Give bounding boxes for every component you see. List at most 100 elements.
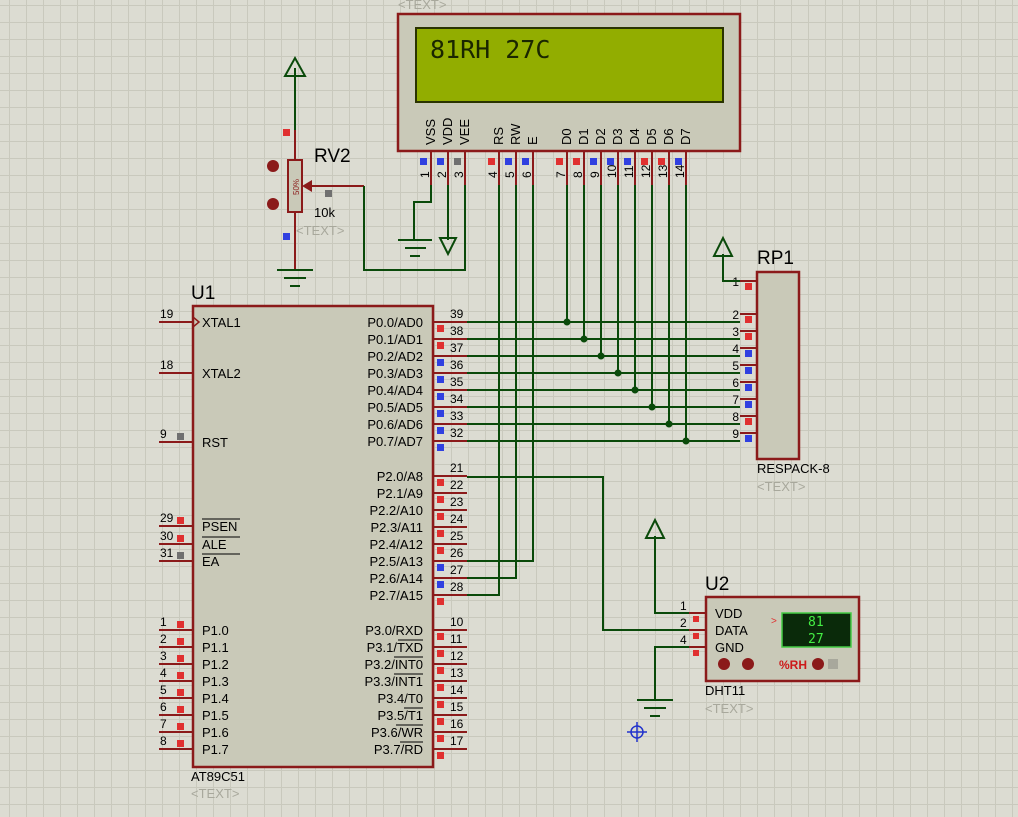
rv2-ref: RV2 <box>314 146 351 167</box>
u1-pin-label: P2.1/A9 <box>377 486 423 501</box>
pin-marker-icon <box>177 672 184 679</box>
pin-marker-icon <box>437 444 444 451</box>
u1-pin-label: P3.1/TXD <box>367 640 423 655</box>
u1-pin-number: 27 <box>450 563 464 577</box>
pin-marker-icon <box>437 735 444 742</box>
u1-pin-number: 3 <box>160 649 167 663</box>
sensor-u2[interactable]: U2 VDD DATA GND 1 2 4 > 81 27 %RH DHT11 … <box>467 476 861 717</box>
u1-pin-label: P1.7 <box>202 742 229 757</box>
lcd-pin-label: D5 <box>644 128 659 145</box>
pin-marker-icon <box>177 517 184 524</box>
u2-temperature: 27 <box>808 632 824 647</box>
pin-marker-icon <box>505 158 512 165</box>
lcd-pin-label: D2 <box>593 128 608 145</box>
u1-pin-label: P2.5/A13 <box>370 554 424 569</box>
u1-pin-number: 36 <box>450 358 464 372</box>
pin-marker-icon <box>437 158 444 165</box>
lcd-pin-label: RW <box>508 123 523 145</box>
pin-marker-icon <box>437 410 444 417</box>
pin-marker-icon <box>488 158 495 165</box>
u1-pin-label: P1.4 <box>202 691 229 706</box>
increase-icon[interactable] <box>742 658 754 670</box>
pin-marker-icon <box>556 158 563 165</box>
u1-pin-label: P3.0/RXD <box>365 623 423 638</box>
u1-pin-number: 24 <box>450 512 464 526</box>
pin-marker-icon <box>522 158 529 165</box>
u1-pin-number: 1 <box>160 615 167 629</box>
lcd-text-placeholder: <TEXT> <box>398 0 446 12</box>
lcd-module[interactable]: <TEXT> 81RH 27C VSS 1 VDD 2 VEE 3 RS 4 RW 5 E 6 D0 7 D… <box>396 0 742 185</box>
junction-dot <box>580 335 588 343</box>
u2-pin-label-gnd: GND <box>715 640 744 655</box>
u1-pin-number: 17 <box>450 734 464 748</box>
lcd-pin-label: D1 <box>576 128 591 145</box>
u1-pin-label: P0.4/AD4 <box>367 383 423 398</box>
settings-icon[interactable] <box>828 659 838 669</box>
pin-marker-icon <box>437 701 444 708</box>
u2-text-placeholder: <TEXT> <box>705 701 753 716</box>
u2-part: DHT11 <box>705 683 745 698</box>
pin-marker-icon <box>437 633 444 640</box>
u1-pin-number: 39 <box>450 307 464 321</box>
u1-pin-number: 23 <box>450 495 464 509</box>
pin-marker-icon <box>437 342 444 349</box>
pin-marker-icon <box>437 496 444 503</box>
junction-dot <box>597 352 605 360</box>
junction-dot <box>648 403 656 411</box>
rp1-body[interactable] <box>755 270 801 461</box>
u1-pin-number: 2 <box>160 632 167 646</box>
u1-text-placeholder: <TEXT> <box>191 786 239 801</box>
junction-dot <box>614 369 622 377</box>
pin-marker-icon <box>590 158 597 165</box>
rv2-text-placeholder: <TEXT> <box>296 223 344 238</box>
pin-marker-icon <box>177 655 184 662</box>
resistor-pack-rp1[interactable]: RP1 123456789 RESPACK-8 <TEXT> <box>712 235 830 494</box>
pin-marker-icon <box>745 316 752 323</box>
u2-pin-num-1: 1 <box>680 599 687 613</box>
u1-pin-number: 34 <box>450 392 464 406</box>
pin-marker-icon <box>693 650 699 656</box>
pin-marker-icon <box>437 684 444 691</box>
u1-pin-label: XTAL1 <box>202 315 241 330</box>
pin-marker-icon <box>437 530 444 537</box>
microcontroller-u1[interactable]: U1 19 XTAL1 18 XTAL2 9 RST 29 PSEN 30 ALE 31 EA 1 P1.… <box>159 283 467 801</box>
u1-pin-number: 28 <box>450 580 464 594</box>
pin-marker-icon <box>177 740 184 747</box>
u1-pin-label: P0.0/AD0 <box>367 315 423 330</box>
pin-marker-icon <box>437 325 444 332</box>
lcd-pin-label: D7 <box>678 128 693 145</box>
pin-marker-icon <box>693 633 699 639</box>
pin-marker-icon <box>745 333 752 340</box>
toggle-icon[interactable] <box>812 658 824 670</box>
pin-marker-icon <box>693 616 699 622</box>
lcd-pin-label: D6 <box>661 128 676 145</box>
u2-mode-label: %RH <box>779 658 807 672</box>
pin-marker-icon <box>437 581 444 588</box>
increase-knob-icon[interactable] <box>267 160 279 172</box>
u1-pin-label: P3.2/INT0 <box>364 657 423 672</box>
lcd-pin-number: 12 <box>639 164 653 178</box>
u1-pin-label: P2.2/A10 <box>370 503 424 518</box>
rp1-part: RESPACK-8 <box>757 461 830 476</box>
pin-marker-icon <box>573 158 580 165</box>
decrease-knob-icon[interactable] <box>267 198 279 210</box>
pin-marker-icon <box>177 535 184 542</box>
rp1-pin-number: 4 <box>732 342 739 356</box>
u1-pin-label: P3.6/WR <box>371 725 423 740</box>
lcd-pin-label: VSS <box>423 119 438 145</box>
potentiometer-rv2[interactable]: RV2 50% 10k <TEXT> <box>267 55 364 287</box>
lcd-pin-label: D4 <box>627 128 642 145</box>
u1-pin-number: 32 <box>450 426 464 440</box>
rp1-text-placeholder: <TEXT> <box>757 479 805 494</box>
u1-pin-number: 26 <box>450 546 464 560</box>
u1-pin-label: P1.0 <box>202 623 229 638</box>
pin-marker-icon <box>745 283 752 290</box>
power-arrow-icon <box>644 517 666 539</box>
u1-pin-number: 8 <box>160 734 167 748</box>
u1-pin-label: P0.6/AD6 <box>367 417 423 432</box>
u1-pin-label: P0.2/AD2 <box>367 349 423 364</box>
u1-pin-number: 18 <box>160 358 174 372</box>
decrease-icon[interactable] <box>718 658 730 670</box>
wiper-arrow-icon <box>302 180 312 192</box>
schematic-canvas: <TEXT> 81RH 27C VSS 1 VDD 2 VEE 3 RS 4 RW 5 E 6 D0 7 D… <box>159 0 861 801</box>
